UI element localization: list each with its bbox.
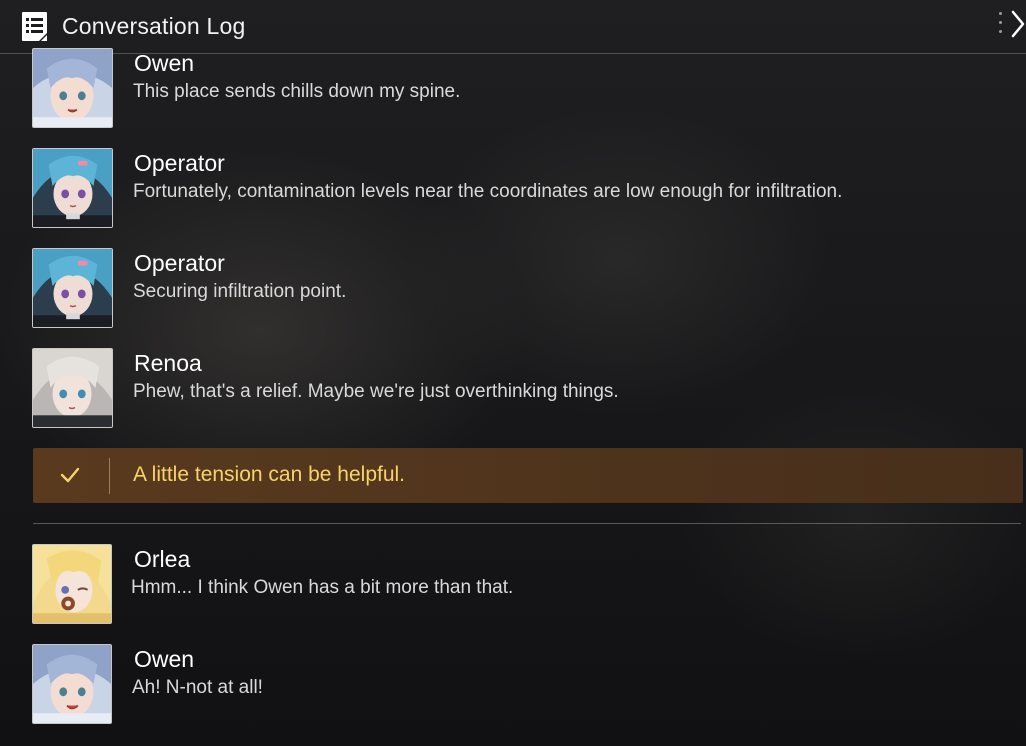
speaker-name: Owen	[134, 646, 195, 672]
renoa-portrait	[32, 348, 113, 428]
speaker-name: Operator	[134, 150, 225, 176]
dialogue-text: Hmm... I think Owen has a bit more than …	[131, 577, 514, 598]
choice-text: A little tension can be helpful.	[133, 463, 406, 486]
page-title: Conversation Log	[62, 13, 246, 39]
operator-portrait	[32, 248, 113, 328]
log-document-icon	[22, 12, 47, 41]
dialogue-text: Phew, that's a relief. Maybe we're just …	[133, 381, 619, 402]
dialogue-text: Securing infiltration point.	[133, 281, 347, 302]
log-entry: Operator Fortunately, contamination leve…	[0, 148, 1026, 228]
drag-handle-icon[interactable]	[999, 12, 1005, 38]
speaker-name: Renoa	[134, 350, 202, 376]
log-entry: Owen Ah! N-not at all!	[0, 644, 1026, 724]
log-entry: Orlea Hmm... I think Owen has a bit more…	[0, 544, 1026, 624]
log-entry: Operator Securing infiltration point.	[0, 248, 1026, 328]
log-entry: Renoa Phew, that's a relief. Maybe we're…	[0, 348, 1026, 428]
header-bar: Conversation Log	[0, 0, 1026, 54]
owen-portrait	[32, 48, 113, 128]
speaker-name: Operator	[134, 250, 225, 276]
conversation-log-screen: Conversation Log Owen This place sends c…	[0, 0, 1026, 746]
close-chevron-icon[interactable]	[1009, 8, 1026, 40]
dialogue-text: Ah! N-not at all!	[132, 677, 263, 698]
log-entry: Owen This place sends chills down my spi…	[0, 48, 1026, 128]
dialogue-text: Fortunately, contamination levels near t…	[133, 181, 843, 202]
operator-portrait	[32, 148, 113, 228]
owen-portrait	[32, 644, 112, 724]
orlea-portrait	[32, 544, 112, 624]
section-divider	[33, 523, 1021, 524]
checkmark-icon	[60, 467, 80, 483]
dialogue-text: This place sends chills down my spine.	[133, 81, 461, 102]
selected-choice: A little tension can be helpful.	[33, 448, 1023, 503]
speaker-name: Orlea	[134, 546, 191, 572]
choice-separator	[109, 458, 110, 494]
speaker-name: Owen	[134, 50, 195, 76]
